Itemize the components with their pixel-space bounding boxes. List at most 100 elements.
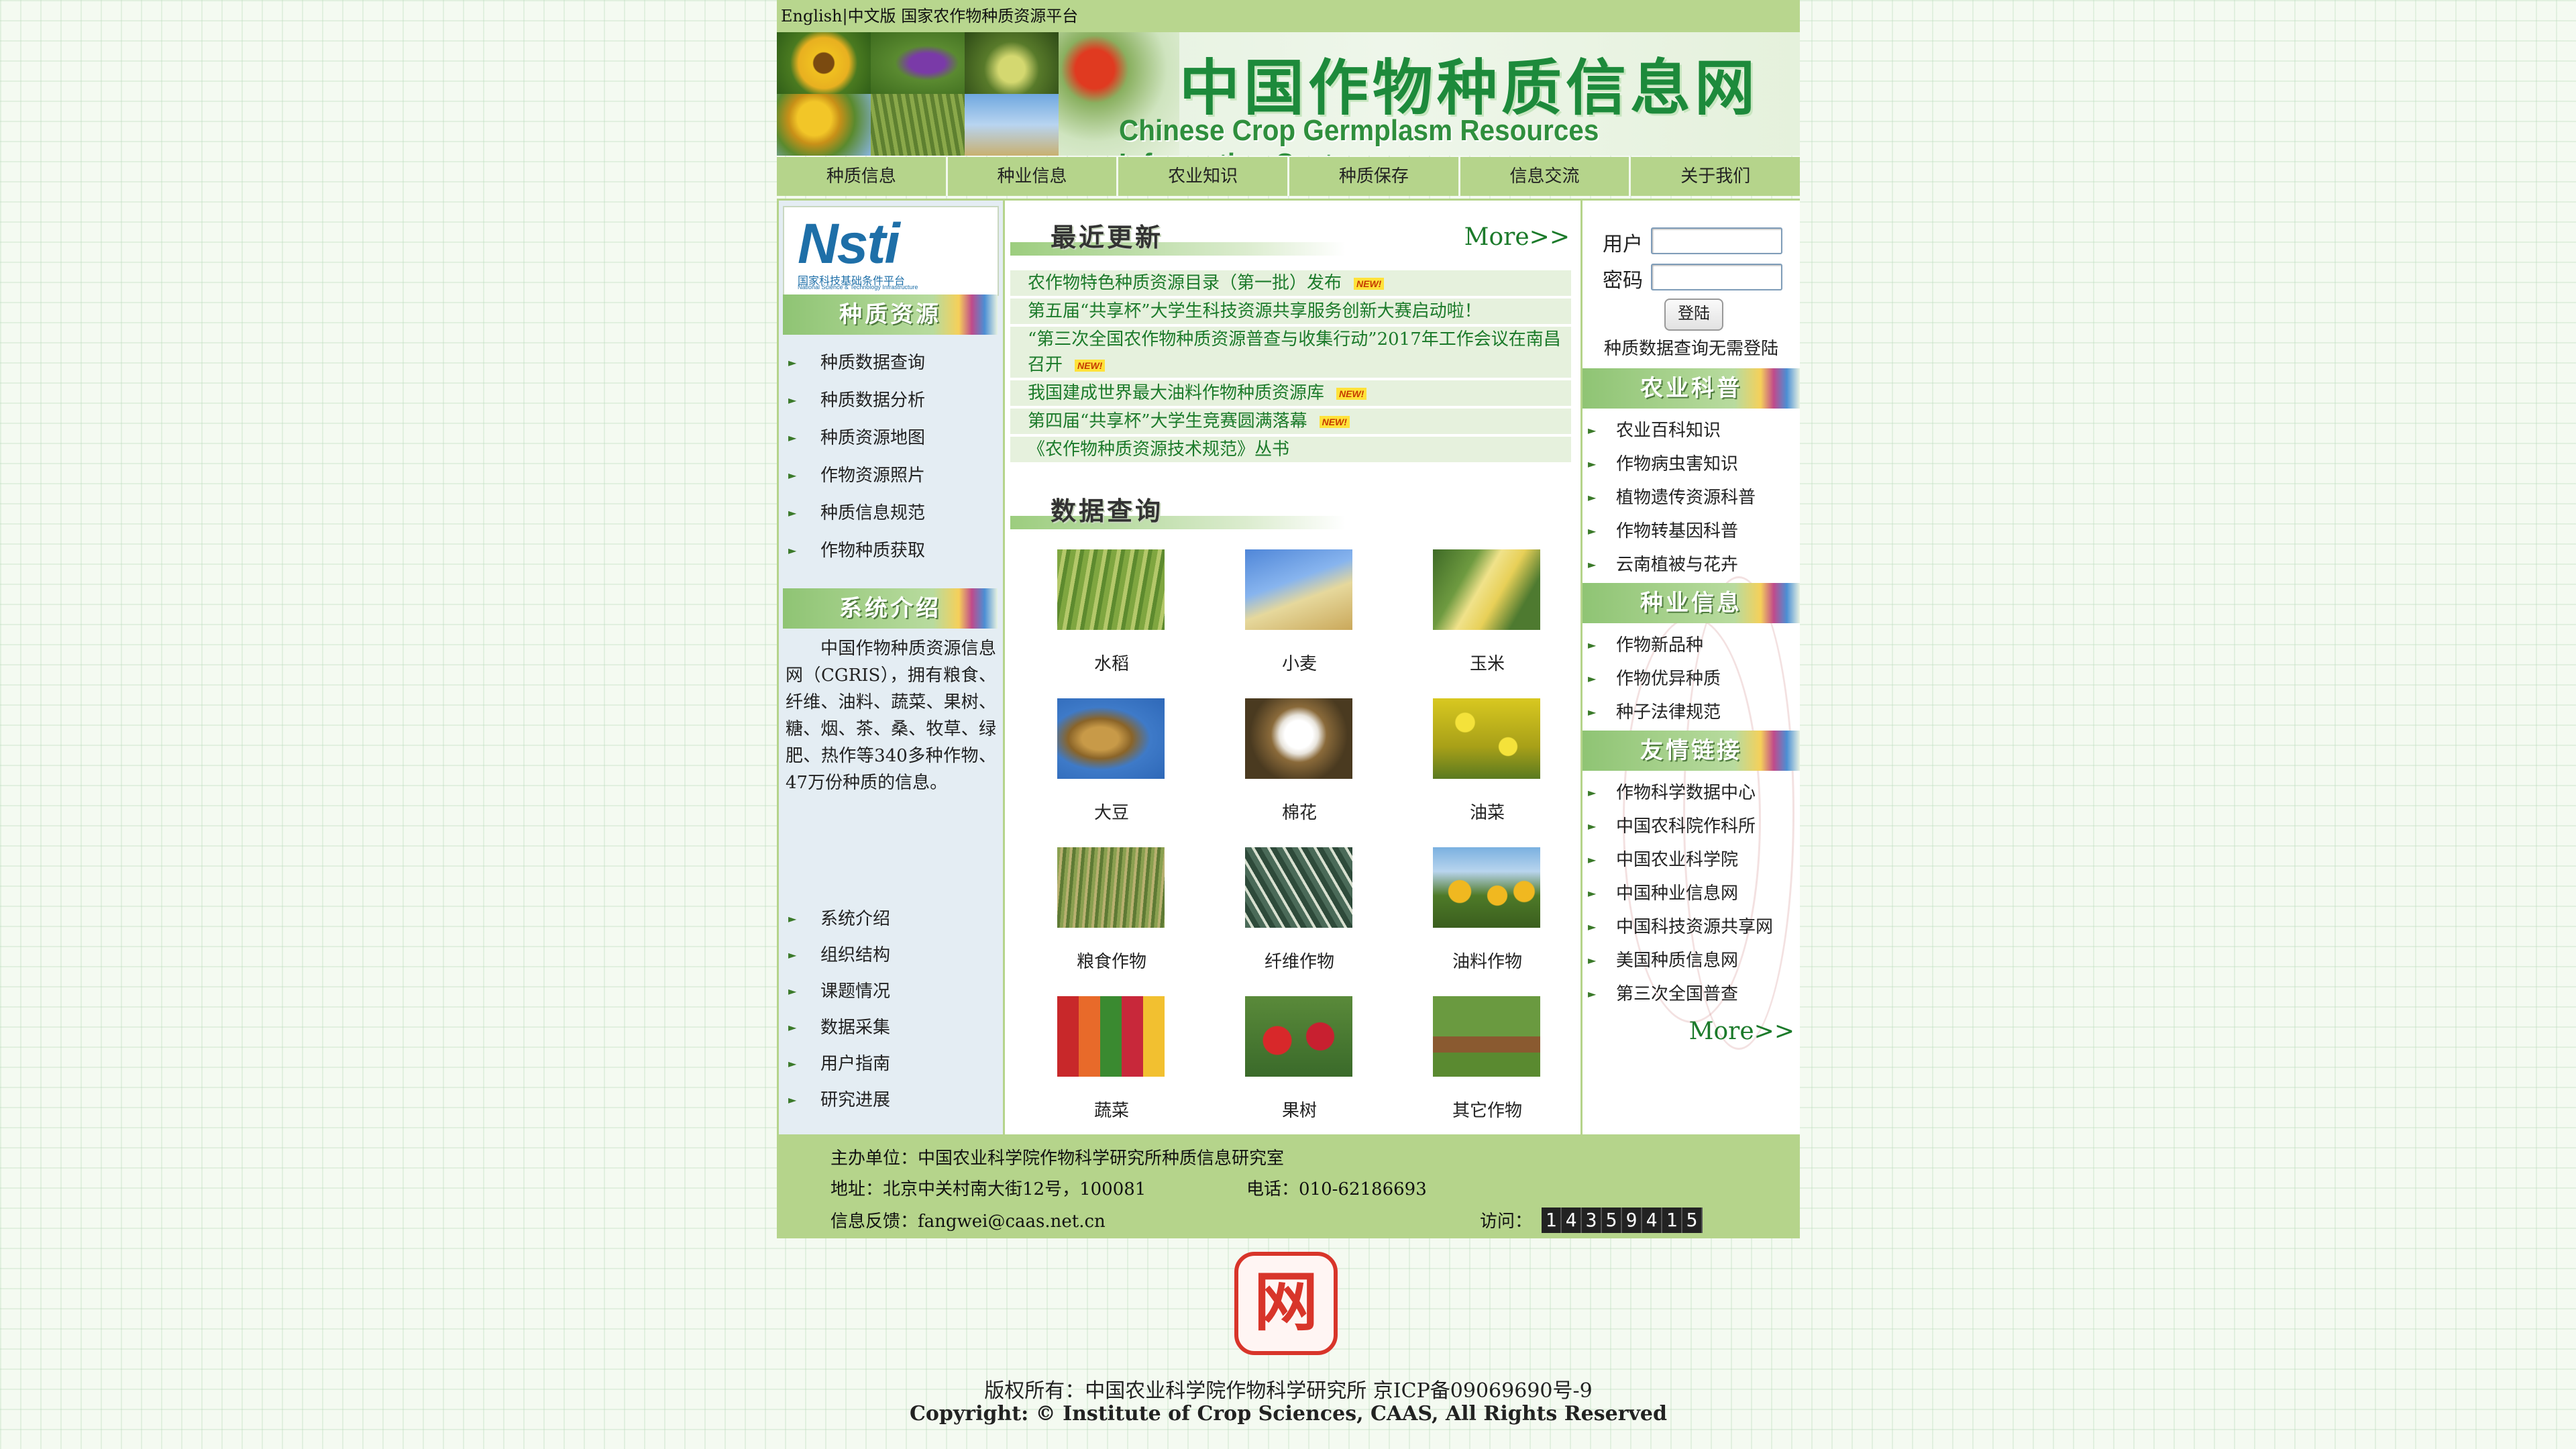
link-crop-data-center[interactable]: ► 作物科学数据中心 — [1582, 776, 1800, 810]
counter-digit: 4 — [1562, 1208, 1582, 1233]
menu-item-new-varieties[interactable]: ► 作物新品种 — [1582, 629, 1800, 662]
seal-character: 网 — [1254, 1264, 1318, 1340]
crop-other[interactable]: 其它作物 — [1394, 989, 1582, 1138]
bullet-icon: ► — [1588, 706, 1597, 718]
menu-item-system-intro[interactable]: ► 系统介绍 — [779, 901, 1003, 937]
bullet-icon: ► — [788, 1057, 797, 1070]
links-menu: ► 作物科学数据中心 ► 中国农科院作科所 ► 中国农业科学院 ► 中国种业信息网 ► 中… — [1582, 776, 1800, 1011]
resources-header: 种质资源 — [783, 294, 998, 335]
bullet-icon: ► — [788, 949, 797, 961]
link-caas[interactable]: ► 中国农业科学院 — [1582, 843, 1800, 877]
bullet-icon: ► — [1588, 786, 1597, 799]
wheat-photo — [1245, 549, 1352, 630]
news-item[interactable]: “第三次全国农作物种质资源普查与收集行动”2017年工作会议在南昌召开 NEW! — [1010, 327, 1571, 378]
rapeseed-photo — [1433, 698, 1540, 779]
menu-item-seed-law[interactable]: ► 种子法律规范 — [1582, 696, 1800, 729]
new-badge: NEW! — [1336, 388, 1367, 400]
crop-grain[interactable]: 粮食作物 — [1018, 841, 1206, 989]
sunflower-field-photo — [777, 94, 871, 156]
login-form: 用户 密码 登陆 种质数据查询无需登陆 — [1582, 201, 1800, 368]
news-item[interactable]: 第四届“共享杯”大学生竞赛圆满落幕 NEW! — [1010, 409, 1571, 434]
menu-item-organization[interactable]: ► 组织结构 — [779, 937, 1003, 973]
news-item[interactable]: 第五届“共享杯”大学生科技资源共享服务创新大赛启动啦！ — [1010, 299, 1571, 324]
menu-item-info-standards[interactable]: ► 种质信息规范 — [779, 494, 1003, 532]
menu-item-gmo-science[interactable]: ► 作物转基因科普 — [1582, 515, 1800, 548]
login-button[interactable]: 登陆 — [1664, 299, 1723, 331]
nav-info-exchange[interactable]: 信息交流 — [1460, 157, 1631, 196]
crop-fruit-trees[interactable]: 果树 — [1206, 989, 1394, 1138]
crop-corn[interactable]: 玉米 — [1394, 543, 1582, 692]
page: English|中文版 国家农作物种质资源平台 中国作物种质信息网 Chines… — [777, 0, 1800, 1449]
resources-header-label: 种质资源 — [839, 301, 941, 328]
menu-item-germplasm-access[interactable]: ► 作物种质获取 — [779, 532, 1003, 570]
intro-menu: ► 系统介绍 ► 组织结构 ► 课题情况 ► 数据采集 ► 用户指南 ► 研究进展 — [779, 901, 1003, 1118]
menu-item-projects[interactable]: ► 课题情况 — [779, 973, 1003, 1010]
chinese-link[interactable]: 中文版 — [848, 0, 896, 32]
bullet-icon: ► — [788, 544, 797, 557]
menu-item-crop-photos[interactable]: ► 作物资源照片 — [779, 457, 1003, 494]
counter-digit: 5 — [1602, 1208, 1622, 1233]
science-header-label: 农业科普 — [1640, 375, 1742, 402]
government-seal-icon[interactable]: 网 — [1234, 1252, 1338, 1355]
link-us-germplasm[interactable]: ► 美国种质信息网 — [1582, 944, 1800, 977]
link-caas-ics[interactable]: ► 中国农科院作科所 — [1582, 810, 1800, 843]
bullet-icon: ► — [788, 506, 797, 519]
bullet-icon: ► — [788, 1021, 797, 1034]
crop-oilseed[interactable]: 油料作物 — [1394, 841, 1582, 989]
news-item[interactable]: 农作物特色种质资源目录（第一批）发布 NEW! — [1010, 270, 1571, 296]
bullet-icon: ► — [788, 985, 797, 998]
menu-item-research-progress[interactable]: ► 研究进展 — [779, 1082, 1003, 1118]
new-badge: NEW! — [1075, 360, 1106, 372]
nav-germplasm-conservation[interactable]: 种质保存 — [1289, 157, 1460, 196]
nav-agri-knowledge[interactable]: 农业知识 — [1118, 157, 1290, 196]
menu-item-elite-germplasm[interactable]: ► 作物优异种质 — [1582, 662, 1800, 696]
nav-about-us[interactable]: 关于我们 — [1631, 157, 1800, 196]
nav-germplasm-info[interactable]: 种质信息 — [777, 157, 948, 196]
link-resource-sharing[interactable]: ► 中国科技资源共享网 — [1582, 910, 1800, 944]
links-more-link[interactable]: More>> — [1689, 1018, 1794, 1045]
center-column: 最近更新 More>> 农作物特色种质资源目录（第一批）发布 NEW! 第五届“共… — [1005, 201, 1580, 1134]
crop-cotton[interactable]: 棉花 — [1206, 692, 1394, 841]
new-badge: NEW! — [1354, 278, 1385, 290]
bullet-icon: ► — [1588, 887, 1597, 900]
menu-item-germplasm-query[interactable]: ► 种质数据查询 — [779, 344, 1003, 382]
platform-link[interactable]: 国家农作物种质资源平台 — [901, 0, 1078, 32]
menu-item-yunnan-vegetation[interactable]: ► 云南植被与花卉 — [1582, 548, 1800, 582]
nsti-logo-mark: Nsti — [798, 212, 900, 275]
menu-item-pest-knowledge[interactable]: ► 作物病虫害知识 — [1582, 447, 1800, 481]
crop-rapeseed[interactable]: 油菜 — [1394, 692, 1582, 841]
bullet-icon: ► — [1588, 424, 1597, 437]
menu-item-data-collection[interactable]: ► 数据采集 — [779, 1010, 1003, 1046]
news-item[interactable]: 我国建成世界最大油料作物种质资源库 NEW! — [1010, 380, 1571, 406]
nsti-logo-text-en: National Science & Technology Infrastruc… — [798, 284, 918, 290]
grain-sky-photo — [965, 94, 1059, 156]
main-content: Nsti 国家科技基础条件平台 National Science & Techn… — [777, 199, 1800, 1136]
menu-item-resource-map[interactable]: ► 种质资源地图 — [779, 419, 1003, 457]
nsti-logo[interactable]: Nsti 国家科技基础条件平台 National Science & Techn… — [783, 206, 999, 296]
crop-vegetables[interactable]: 蔬菜 — [1018, 989, 1206, 1138]
menu-item-genetic-resources[interactable]: ► 植物遗传资源科普 — [1582, 481, 1800, 515]
footer-feedback[interactable]: 信息反馈：fangwei@caas.net.cn — [830, 1208, 1106, 1232]
news-more-link[interactable]: More>> — [1464, 223, 1570, 251]
link-seed-info-net[interactable]: ► 中国种业信息网 — [1582, 877, 1800, 910]
news-item[interactable]: 《农作物种质资源技术规范》丛书 — [1010, 437, 1571, 462]
crop-soybean[interactable]: 大豆 — [1018, 692, 1206, 841]
bullet-icon: ► — [788, 394, 797, 407]
crop-rice[interactable]: 水稻 — [1018, 543, 1206, 692]
password-input[interactable] — [1651, 264, 1782, 290]
counter-digit: 5 — [1682, 1208, 1703, 1233]
science-header: 农业科普 — [1582, 368, 1800, 409]
menu-item-germplasm-analysis[interactable]: ► 种质数据分析 — [779, 382, 1003, 419]
menu-item-user-guide[interactable]: ► 用户指南 — [779, 1046, 1003, 1082]
news-header-label: 最近更新 — [1051, 222, 1164, 252]
nav-seed-industry[interactable]: 种业信息 — [948, 157, 1119, 196]
username-input[interactable] — [1651, 227, 1782, 254]
counter-digit: 1 — [1662, 1208, 1682, 1233]
link-third-census[interactable]: ► 第三次全国普查 — [1582, 977, 1800, 1011]
menu-item-agri-encyclopedia[interactable]: ► 农业百科知识 — [1582, 414, 1800, 447]
intro-header: 系统介绍 — [783, 588, 998, 629]
crop-wheat[interactable]: 小麦 — [1206, 543, 1394, 692]
corn-photo — [1433, 549, 1540, 630]
english-link[interactable]: English — [781, 0, 842, 32]
crop-fiber[interactable]: 纤维作物 — [1206, 841, 1394, 989]
